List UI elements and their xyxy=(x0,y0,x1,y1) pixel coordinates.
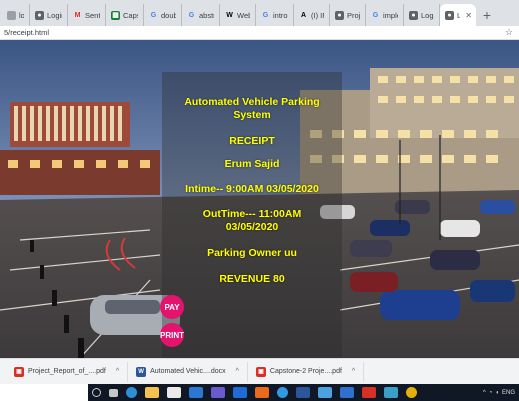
task-view-icon[interactable] xyxy=(109,388,118,397)
receipt-title-line1: Automated Vehicle Parking xyxy=(184,96,320,108)
address-bar[interactable]: 5/receipt.html ☆ xyxy=(0,26,519,40)
tab-3[interactable]: ▦Capst xyxy=(106,4,144,26)
tab-8[interactable]: A(I) IF xyxy=(294,4,330,26)
page-icon xyxy=(7,10,16,20)
a-icon: A xyxy=(300,11,307,19)
tab-7[interactable]: Gintroc xyxy=(256,4,294,26)
ie-icon[interactable] xyxy=(277,387,288,398)
url-text[interactable]: 5/receipt.html xyxy=(4,28,505,37)
search-icon[interactable] xyxy=(92,388,101,397)
parking-owner: Parking Owner uu xyxy=(207,247,297,259)
download-item-2[interactable]: ▣ Capstone-2 Proje....pdf ^ xyxy=(248,361,365,382)
wikipedia-icon: W xyxy=(226,11,233,19)
store-icon[interactable] xyxy=(167,387,181,398)
screen: locall ●Login MSent ▦Capst Gdoubt Gabstr… xyxy=(0,0,519,401)
tab-11[interactable]: ●Login xyxy=(404,4,440,26)
docx-icon: W xyxy=(136,366,147,377)
customer-name: Erum Sajid xyxy=(224,158,280,170)
chevron-up-icon[interactable]: ^ xyxy=(236,368,239,375)
media-icon[interactable] xyxy=(255,387,269,398)
revenue: REVENUE 80 xyxy=(219,273,285,285)
network-icon[interactable] xyxy=(384,387,398,398)
taskbar: ^ ◔ ◖ ENG xyxy=(0,384,519,401)
pdf-reader-icon[interactable] xyxy=(362,387,376,398)
sheets-icon: ▦ xyxy=(111,10,120,20)
tab-0[interactable]: locall xyxy=(2,4,30,26)
taskbar-blank-area xyxy=(0,384,88,401)
print-button[interactable]: PRINT xyxy=(160,323,184,347)
tab-10[interactable]: Gimple xyxy=(366,4,404,26)
mail-icon[interactable] xyxy=(233,387,247,398)
dropbox-icon[interactable] xyxy=(189,387,203,398)
tab-strip: locall ●Login MSent ▦Capst Gdoubt Gabstr… xyxy=(0,0,519,26)
bookmark-star-icon[interactable]: ☆ xyxy=(505,27,519,38)
folder-icon[interactable] xyxy=(145,387,159,398)
word-icon[interactable] xyxy=(296,387,310,398)
receipt-heading: RECEIPT xyxy=(229,135,275,147)
tab-5[interactable]: Gabstr xyxy=(182,4,220,26)
close-icon[interactable]: ✕ xyxy=(465,11,472,20)
tab-2[interactable]: M Sent xyxy=(68,4,106,26)
tray-language[interactable]: ENG xyxy=(502,390,515,396)
chevron-up-icon[interactable]: ^ xyxy=(352,368,355,375)
new-tab-button[interactable]: + xyxy=(476,4,498,26)
photos-icon[interactable] xyxy=(318,387,332,398)
infinity-icon[interactable] xyxy=(211,387,225,398)
downloads-bar: ▣ Project_Report_of_....pdf ^ W Automate… xyxy=(0,358,519,384)
page-content: Automated Vehicle Parking System RECEIPT… xyxy=(0,40,519,358)
download-item-0[interactable]: ▣ Project_Report_of_....pdf ^ xyxy=(6,361,129,382)
in-time: Intime-- 9:00AM 03/05/2020 xyxy=(185,183,319,195)
speaker-icon: ◖ xyxy=(495,389,499,396)
calendar-icon[interactable] xyxy=(340,387,354,398)
google-icon: G xyxy=(188,11,195,19)
chevron-up-icon[interactable]: ^ xyxy=(116,368,119,375)
globe-icon: ● xyxy=(35,10,44,20)
tab-1[interactable]: ●Login xyxy=(30,4,68,26)
pdf-icon: ▣ xyxy=(14,366,24,377)
gmail-icon: M xyxy=(74,11,81,19)
tab-6[interactable]: WWeb xyxy=(220,4,256,26)
globe-icon: ● xyxy=(335,10,344,20)
google-icon: G xyxy=(262,11,269,19)
pay-button[interactable]: PAY xyxy=(160,295,184,319)
edge-icon[interactable] xyxy=(126,387,137,398)
google-icon: G xyxy=(372,11,379,19)
out-time-line1: OutTime--- 11:00AM xyxy=(202,208,302,220)
chevron-up-icon[interactable]: ^ xyxy=(483,390,486,396)
globe-icon: ● xyxy=(445,10,454,20)
wifi-icon: ◔ xyxy=(488,389,493,396)
tab-9[interactable]: ●Proje xyxy=(330,4,366,26)
system-tray[interactable]: ^ ◔ ◖ ENG xyxy=(483,390,519,396)
pdf-icon: ▣ xyxy=(255,366,266,377)
google-icon: G xyxy=(150,11,157,19)
download-item-1[interactable]: W Automated Vehic....docx ^ xyxy=(128,361,248,382)
receipt-title-line2: System xyxy=(233,109,271,121)
tab-active[interactable]: ●Lo✕ xyxy=(440,4,476,26)
globe-icon: ● xyxy=(409,10,418,20)
chrome-icon[interactable] xyxy=(406,387,417,398)
out-time-line2: 03/05/2020 xyxy=(225,221,279,233)
tab-4[interactable]: Gdoubt xyxy=(144,4,182,26)
